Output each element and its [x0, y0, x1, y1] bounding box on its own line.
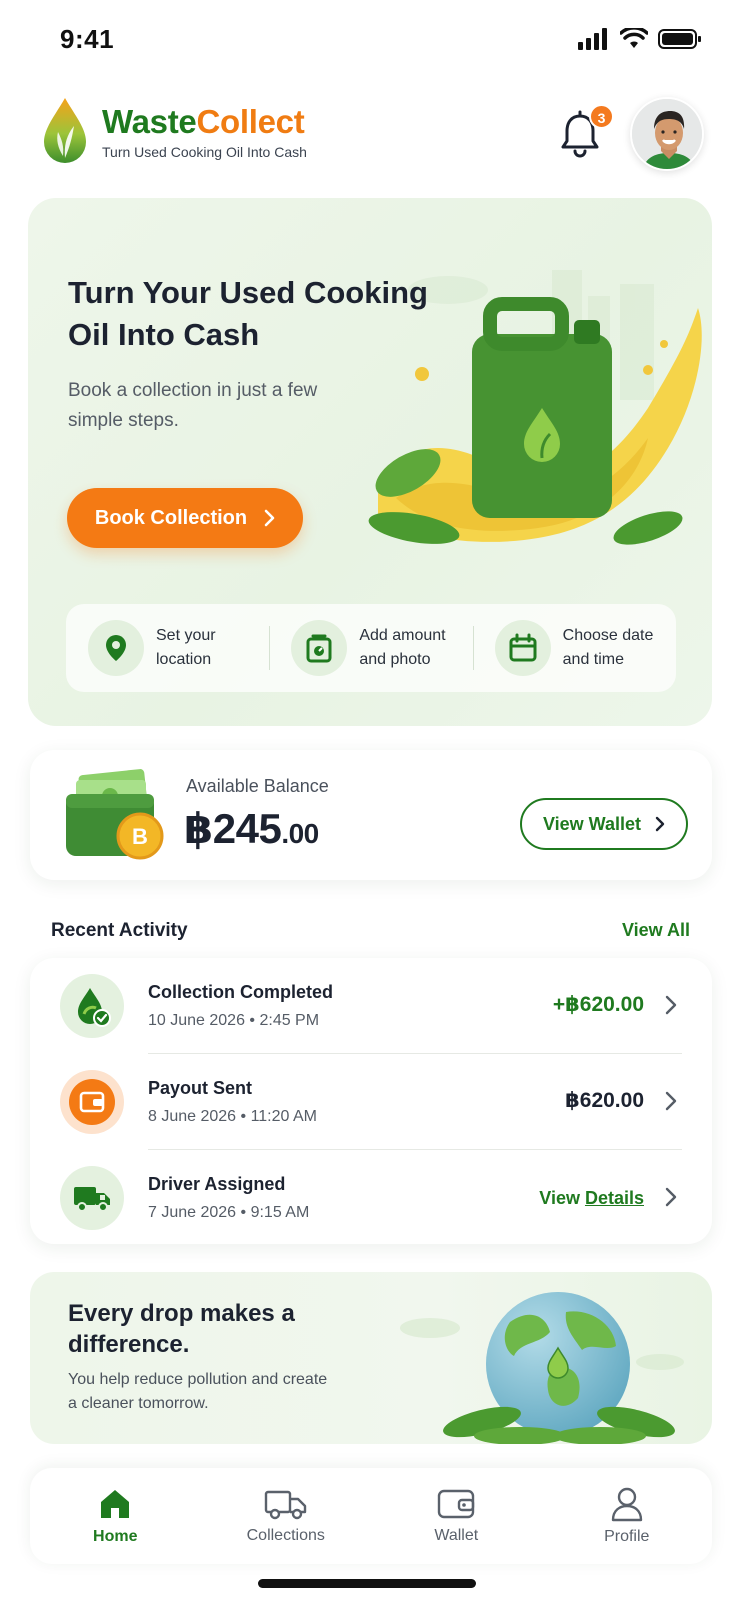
view-all-link[interactable]: View All [622, 920, 690, 941]
activity-date: 10 June 2026 • 2:45 PM [148, 1012, 320, 1029]
nav-collections[interactable]: Collections [201, 1468, 372, 1564]
book-collection-button[interactable]: Book Collection [67, 488, 303, 548]
hero-title: Turn Your Used Cooking Oil Into Cash [68, 275, 428, 352]
view-wallet-button[interactable]: View Wallet [520, 798, 688, 850]
activity-amount: ฿620.00 [565, 1089, 644, 1112]
app-screen: 9:41 WasteCollect Turn Used Cooking Oil … [0, 0, 740, 1600]
balance-label: Available Balance [186, 776, 329, 796]
hero-card: Turn Your Used Cooking Oil Into Cash Boo… [28, 198, 712, 726]
activity-row-driver[interactable]: Driver Assigned 7 June 2026 • 9:15 AM Vi… [30, 1150, 712, 1245]
home-indicator[interactable] [258, 1579, 476, 1588]
activity-row-collection[interactable]: Collection Completed 10 June 2026 • 2:45… [30, 958, 712, 1053]
balance-cents: .00 [281, 818, 319, 849]
wallet-money-icon: B [66, 769, 164, 860]
nav-label: Collections [246, 1527, 325, 1544]
nav-label: Home [93, 1528, 138, 1545]
nav-profile[interactable]: Profile [542, 1468, 713, 1564]
eco-title: Every drop makes a difference. [68, 1300, 295, 1358]
activity-date: 8 June 2026 • 11:20 AM [148, 1108, 317, 1125]
step-schedule: Choose date and time [472, 620, 676, 676]
nav-home[interactable]: Home [30, 1468, 201, 1564]
eco-banner: Every drop makes a difference. You help … [30, 1272, 712, 1444]
step-label: Set your location [156, 627, 216, 668]
app-header: WasteCollect Turn Used Cooking Oil Into … [0, 90, 740, 180]
status-icons [578, 28, 702, 50]
activity-title: Driver Assigned [148, 1174, 286, 1194]
step-label: Choose date and time [562, 627, 654, 668]
nav-label: Profile [604, 1528, 650, 1545]
logo-icon [44, 98, 86, 163]
home-icon [101, 1490, 130, 1518]
signal-icon [578, 28, 607, 50]
view-details-prefix: View [539, 1188, 585, 1208]
wallet-icon [438, 1489, 475, 1519]
view-details-link[interactable]: View Details [539, 1188, 644, 1209]
balance-value: ฿245.00 [184, 804, 319, 853]
brand-name-part2: Collect [196, 103, 305, 140]
brand-name-part1: Waste [102, 103, 197, 140]
details-link-text: Details [584, 1188, 644, 1208]
wallet-balance-card: B Available Balance ฿245.00 View Wallet [30, 750, 712, 880]
activity-row-payout[interactable]: Payout Sent 8 June 2026 • 11:20 AM ฿620.… [30, 1054, 712, 1149]
profile-icon [611, 1487, 642, 1522]
brand-tagline: Turn Used Cooking Oil Into Cash [102, 144, 307, 160]
chevron-right-icon [665, 1187, 677, 1207]
booking-steps: Set your location Add amount and photo C… [66, 604, 676, 692]
activity-amount: +฿620.00 [552, 993, 644, 1016]
view-wallet-label: View Wallet [542, 813, 642, 834]
truck-icon [60, 1166, 124, 1230]
brand-name: WasteCollect [102, 104, 307, 140]
oil-drop-check-icon [60, 974, 124, 1038]
notification-badge: 3 [589, 104, 614, 129]
step-location: Set your location [66, 620, 269, 676]
chevron-right-icon [264, 509, 275, 527]
truck-icon [264, 1490, 306, 1520]
brand: WasteCollect Turn Used Cooking Oil Into … [102, 104, 307, 161]
status-time: 9:41 [60, 24, 115, 54]
bottom-nav: Home Collections Wallet Profile [30, 1468, 712, 1564]
activity-date: 7 June 2026 • 9:15 AM [148, 1204, 310, 1221]
wallet-icon [60, 1070, 124, 1134]
balance-main: ฿245 [184, 805, 282, 852]
status-bar: 9:41 [0, 0, 740, 80]
recent-activity-title: Recent Activity [51, 920, 188, 941]
scale-icon [291, 620, 348, 676]
book-collection-label: Book Collection [94, 506, 248, 529]
nav-wallet[interactable]: Wallet [371, 1468, 542, 1564]
chevron-right-icon [655, 816, 665, 832]
activity-list: Collection Completed 10 June 2026 • 2:45… [30, 958, 712, 1244]
step-amount: Add amount and photo [269, 620, 472, 676]
avatar[interactable] [630, 97, 704, 171]
wifi-icon [620, 28, 648, 48]
hero-subtitle: Book a collection in just a few simple s… [68, 380, 318, 431]
step-label: Add amount and photo [359, 627, 446, 668]
battery-icon [658, 29, 701, 49]
activity-title: Collection Completed [148, 982, 334, 1002]
chevron-right-icon [665, 1091, 677, 1111]
svg-text:B: B [132, 824, 148, 849]
activity-title: Payout Sent [148, 1078, 253, 1098]
chevron-right-icon [665, 995, 677, 1015]
location-pin-icon [88, 620, 144, 676]
calendar-icon [494, 620, 551, 676]
nav-label: Wallet [434, 1527, 479, 1544]
eco-subtitle: You help reduce pollution and create a c… [68, 1371, 328, 1412]
earth-globe-illustration [400, 1292, 684, 1444]
